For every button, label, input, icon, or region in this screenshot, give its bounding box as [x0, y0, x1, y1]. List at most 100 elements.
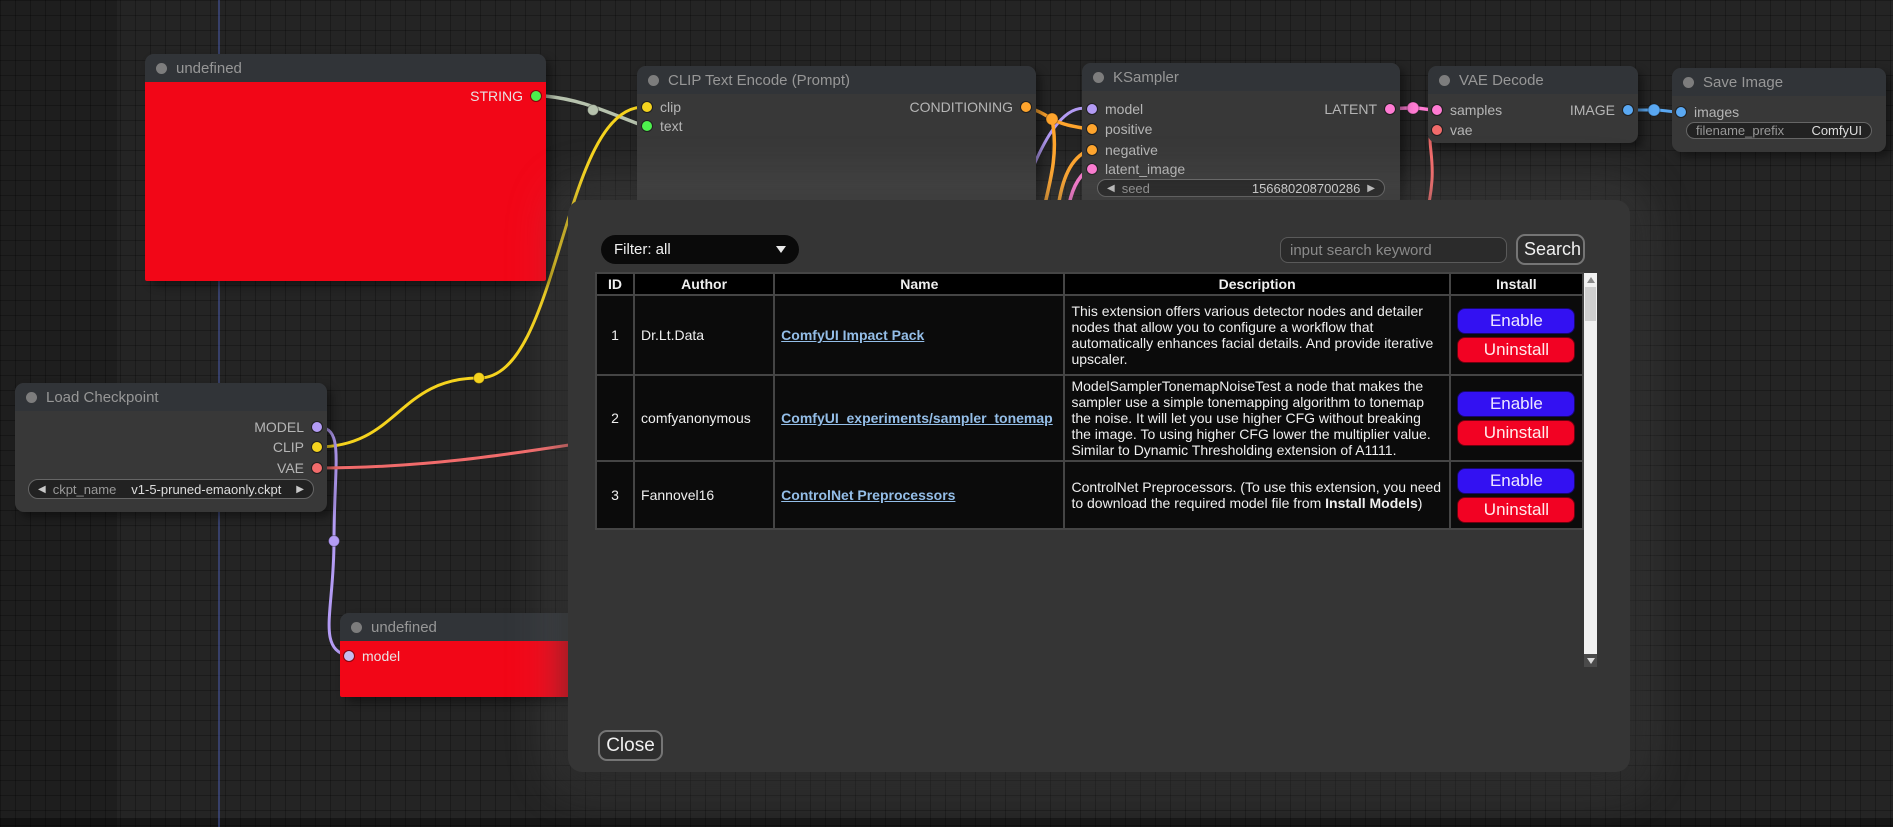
widget-label: filename_prefix [1696, 123, 1784, 138]
enable-button[interactable]: Enable [1457, 468, 1575, 494]
table-row: 1 Dr.Lt.Data ComfyUI Impact Pack This ex… [596, 295, 1583, 375]
node-title: KSampler [1113, 69, 1179, 86]
description-text: This extension offers various detector n… [1071, 303, 1433, 367]
slot-dot-model-icon[interactable] [344, 651, 354, 661]
node-title: Save Image [1703, 74, 1783, 91]
slot-dot-conditioning-icon[interactable] [1021, 102, 1031, 112]
filename-prefix-widget[interactable]: filename_prefix ComfyUI [1686, 122, 1872, 139]
input-slot-vae: vae [1432, 120, 1473, 140]
slot-dot-model-icon[interactable] [1087, 104, 1097, 114]
cell-description: This extension offers various detector n… [1064, 295, 1449, 375]
node-titlebar[interactable]: Load Checkpoint [15, 383, 327, 411]
cell-description: ModelSamplerTonemapNoiseTest a node that… [1064, 375, 1449, 461]
slot-dot-clip-icon[interactable] [312, 442, 322, 452]
node-title: undefined [176, 60, 242, 77]
extension-table: ID Author Name Description Install 1 Dr.… [595, 272, 1584, 530]
node-collapse-dot-icon[interactable] [648, 75, 659, 86]
seed-widget[interactable]: ◀ seed 156680208700286 ▶ [1097, 179, 1385, 197]
search-button[interactable]: Search [1516, 234, 1585, 265]
reroute-dot-pink[interactable] [1407, 102, 1419, 114]
header-description: Description [1064, 273, 1449, 295]
slot-dot-image-icon[interactable] [1623, 105, 1633, 115]
node-titlebar[interactable]: VAE Decode [1428, 66, 1638, 94]
node-titlebar[interactable]: CLIP Text Encode (Prompt) [637, 66, 1036, 94]
reroute-dot-yellow[interactable] [474, 373, 485, 384]
node-ksampler: KSampler model positive negative latent_… [1082, 63, 1400, 208]
uninstall-button[interactable]: Uninstall [1457, 337, 1575, 363]
node-collapse-dot-icon[interactable] [1093, 72, 1104, 83]
cell-name: ControlNet Preprocessors [774, 461, 1064, 529]
node-titlebar[interactable]: KSampler [1082, 63, 1400, 91]
cell-install: Enable Uninstall [1450, 295, 1583, 375]
reroute-dot-purple[interactable] [329, 536, 340, 547]
widget-value: 156680208700286 [1252, 181, 1360, 196]
node-titlebar[interactable]: Save Image [1672, 68, 1886, 96]
slot-dot-model-icon[interactable] [312, 422, 322, 432]
ckpt-name-widget[interactable]: ◀ ckpt_name v1-5-pruned-emaonly.ckpt ▶ [28, 479, 314, 499]
enable-button[interactable]: Enable [1457, 308, 1575, 334]
filter-select-value: Filter: all [614, 241, 671, 258]
scroll-down-icon[interactable] [1584, 654, 1597, 667]
table-row: 2 comfyanonymous ComfyUI_experiments/sam… [596, 375, 1583, 461]
slot-label: VAE [277, 460, 304, 476]
widget-label: ckpt_name [53, 482, 117, 497]
scroll-up-icon[interactable] [1584, 273, 1597, 287]
table-scrollbar[interactable] [1584, 273, 1597, 667]
widget-value: v1-5-pruned-emaonly.ckpt [131, 482, 281, 497]
slot-label: model [1105, 101, 1143, 117]
reroute-dot-sage[interactable] [588, 105, 599, 116]
slot-dot-positive-icon[interactable] [1087, 124, 1097, 134]
node-load-checkpoint: Load Checkpoint MODEL CLIP VAE ◀ ckpt_na… [15, 383, 327, 512]
cell-name: ComfyUI_experiments/sampler_tonemap [774, 375, 1064, 461]
slot-label: images [1694, 104, 1739, 120]
output-slot-clip: CLIP [273, 437, 322, 457]
extension-link[interactable]: ComfyUI Impact Pack [781, 327, 924, 343]
slot-dot-latent-icon[interactable] [1385, 104, 1395, 114]
node-collapse-dot-icon[interactable] [1439, 75, 1450, 86]
node-body [145, 82, 546, 281]
uninstall-button[interactable]: Uninstall [1457, 497, 1575, 523]
node-collapse-dot-icon[interactable] [156, 63, 167, 74]
slot-dot-latent-image-icon[interactable] [1087, 164, 1097, 174]
stepper-left-icon[interactable]: ◀ [38, 484, 46, 495]
slot-dot-clip-icon[interactable] [642, 102, 652, 112]
node-titlebar[interactable]: undefined [145, 54, 546, 82]
stepper-right-icon[interactable]: ▶ [1367, 183, 1375, 194]
header-id: ID [596, 273, 634, 295]
extension-link[interactable]: ControlNet Preprocessors [781, 487, 955, 503]
node-save-image: Save Image images filename_prefix ComfyU… [1672, 68, 1886, 152]
chevron-down-icon [776, 246, 786, 253]
node-collapse-dot-icon[interactable] [26, 392, 37, 403]
node-collapse-dot-icon[interactable] [1683, 77, 1694, 88]
search-input[interactable] [1280, 237, 1507, 263]
filter-select[interactable]: Filter: all [601, 235, 799, 264]
slot-dot-vae-icon[interactable] [312, 463, 322, 473]
stepper-left-icon[interactable]: ◀ [1107, 183, 1115, 194]
slot-dot-samples-icon[interactable] [1432, 105, 1442, 115]
slot-dot-vae-icon[interactable] [1432, 125, 1442, 135]
slot-dot-string-icon[interactable] [531, 91, 541, 101]
input-slot-samples: samples [1432, 100, 1502, 120]
stepper-right-icon[interactable]: ▶ [296, 484, 304, 495]
slot-dot-images-icon[interactable] [1676, 107, 1686, 117]
slot-dot-negative-icon[interactable] [1087, 145, 1097, 155]
slot-label: STRING [470, 88, 523, 104]
extension-manager-dialog: Filter: all Search ID Author Name Descri… [568, 200, 1630, 772]
close-button[interactable]: Close [598, 730, 663, 761]
enable-button[interactable]: Enable [1457, 391, 1575, 417]
scrollbar-thumb[interactable] [1585, 287, 1596, 321]
node-collapse-dot-icon[interactable] [351, 622, 362, 633]
input-slot-model: model [344, 646, 400, 666]
extension-link[interactable]: ComfyUI_experiments/sampler_tonemap [781, 410, 1053, 426]
uninstall-button[interactable]: Uninstall [1457, 420, 1575, 446]
cell-name: ComfyUI Impact Pack [774, 295, 1064, 375]
slot-label: model [362, 648, 400, 664]
output-slot-string: STRING [470, 86, 541, 106]
description-text: ModelSamplerTonemapNoiseTest a node that… [1071, 378, 1430, 458]
description-bold: Install Models [1325, 495, 1418, 511]
header-author: Author [634, 273, 774, 295]
slot-dot-text-icon[interactable] [642, 121, 652, 131]
reroute-dot-blue[interactable] [1648, 104, 1660, 116]
node-clip-text-encode: CLIP Text Encode (Prompt) clip text COND… [637, 66, 1036, 216]
node-vae-decode: VAE Decode samples vae IMAGE [1428, 66, 1638, 143]
